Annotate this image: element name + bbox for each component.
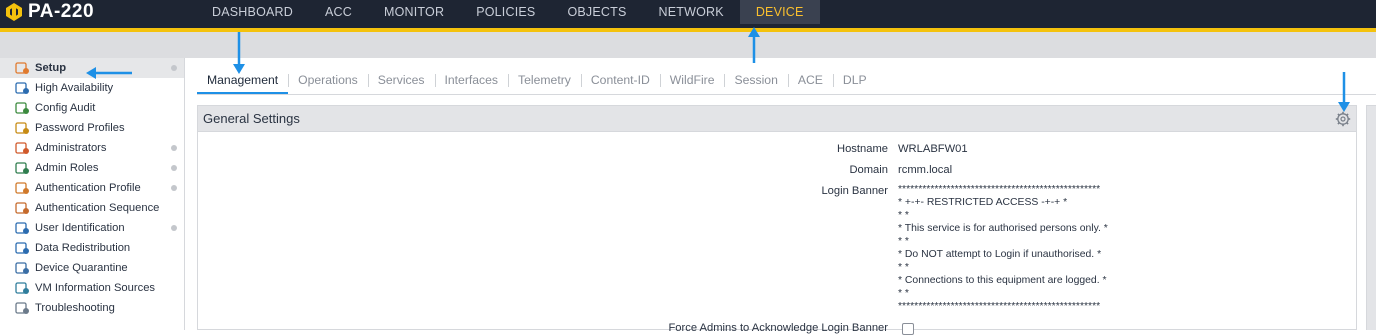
- login-banner-label: Login Banner: [821, 185, 888, 197]
- setup-icon: [15, 61, 29, 74]
- nav-item-policies[interactable]: POLICIES: [460, 0, 551, 24]
- sub-toolbar: [0, 32, 1376, 58]
- force-ack-checkbox[interactable]: [902, 323, 914, 335]
- login-banner-line: * *: [898, 210, 909, 221]
- tab-dlp[interactable]: DLP: [832, 68, 877, 94]
- status-dot: [171, 165, 177, 171]
- sidebar-item-label: Administrators: [35, 142, 107, 154]
- tab-services[interactable]: Services: [367, 68, 435, 94]
- sidebar-item-config-audit[interactable]: Config Audit: [0, 98, 184, 118]
- login-banner-line: * This service is for authorised persons…: [898, 223, 1108, 234]
- authentication-sequence-icon: [15, 201, 29, 214]
- sidebar-item-data-redistribution[interactable]: Data Redistribution: [0, 238, 184, 258]
- nav-item-network[interactable]: NETWORK: [643, 0, 740, 24]
- sidebar-item-admin-roles[interactable]: Admin Roles: [0, 158, 184, 178]
- sidebar-item-label: User Identification: [35, 222, 125, 234]
- paloalto-logo-icon: [6, 3, 22, 21]
- annotation-arrow-gear-icon: [1338, 72, 1350, 112]
- config-audit-icon: [15, 101, 29, 114]
- nav-item-dashboard[interactable]: DASHBOARD: [196, 0, 309, 24]
- status-dot: [171, 145, 177, 151]
- login-banner-value: ****************************************…: [898, 183, 1108, 313]
- sidebar-item-password-profiles[interactable]: Password Profiles: [0, 118, 184, 138]
- sidebar-item-vm-information-sources[interactable]: VM Information Sources: [0, 278, 184, 298]
- sidebar-item-administrators[interactable]: Administrators: [0, 138, 184, 158]
- sidebar-item-troubleshooting[interactable]: Troubleshooting: [0, 298, 184, 318]
- password-profiles-icon: [15, 121, 29, 134]
- panel-header: General Settings: [198, 106, 1356, 132]
- sidebar-item-user-identification[interactable]: User Identification: [0, 218, 184, 238]
- sidebar-item-label: Device Quarantine: [35, 262, 128, 274]
- annotation-arrow-management-icon: [233, 32, 245, 74]
- nav-item-acc[interactable]: ACC: [309, 0, 368, 24]
- hostname-value: WRLABFW01: [898, 143, 968, 155]
- force-ack-label: Force Admins to Acknowledge Login Banner: [668, 322, 888, 334]
- login-banner-line: ****************************************…: [898, 301, 1101, 312]
- general-settings-panel: General Settings Hostname WRLABFW01 Doma…: [197, 105, 1357, 335]
- sidebar-item-device-quarantine[interactable]: Device Quarantine: [0, 258, 184, 278]
- vm-information-sources-icon: [15, 281, 29, 294]
- user-identification-icon: [15, 221, 29, 234]
- annotation-arrow-device-icon: [748, 27, 760, 63]
- tab-content-id[interactable]: Content-ID: [580, 68, 660, 94]
- tab-telemetry[interactable]: Telemetry: [508, 68, 581, 94]
- tab-operations[interactable]: Operations: [288, 68, 368, 94]
- sidebar-item-authentication-profile[interactable]: Authentication Profile: [0, 178, 184, 198]
- sidebar-item-label: Setup: [35, 62, 67, 74]
- domain-label: Domain: [849, 164, 888, 176]
- top-navigation-bar: PA-220 DASHBOARD ACC MONITOR POLICIES OBJECT…: [0, 0, 1376, 28]
- high-availability-icon: [15, 81, 29, 94]
- tab-ace[interactable]: ACE: [787, 68, 833, 94]
- app-name: PA-220: [28, 1, 95, 22]
- data-redistribution-icon: [15, 241, 29, 254]
- login-banner-line: ****************************************…: [898, 184, 1101, 195]
- login-banner-line: * *: [898, 236, 909, 247]
- login-banner-line: * Connections to this equipment are logg…: [898, 275, 1107, 286]
- tab-interfaces[interactable]: Interfaces: [434, 68, 509, 94]
- main-nav: DASHBOARD ACC MONITOR POLICIES OBJECTS NETWOR…: [196, 0, 820, 24]
- status-dot: [171, 185, 177, 191]
- sidebar-item-label: Troubleshooting: [35, 302, 115, 314]
- authentication-profile-icon: [15, 181, 29, 194]
- status-dot: [171, 225, 177, 231]
- tab-session[interactable]: Session: [724, 68, 787, 94]
- nav-item-monitor[interactable]: MONITOR: [368, 0, 460, 24]
- login-banner-line: * +-+- RESTRICTED ACCESS -+-+ *: [898, 197, 1068, 208]
- sidebar-item-label: Data Redistribution: [35, 242, 131, 254]
- sidebar-item-label: Admin Roles: [35, 162, 99, 174]
- admin-roles-icon: [15, 161, 29, 174]
- sidebar-item-label: Config Audit: [35, 102, 96, 114]
- login-banner-line: * *: [898, 262, 909, 273]
- device-quarantine-icon: [15, 261, 29, 274]
- sidebar-item-authentication-sequence[interactable]: Authentication Sequence: [0, 198, 184, 218]
- sidebar-item-label: Authentication Sequence: [35, 202, 160, 214]
- administrators-icon: [15, 141, 29, 154]
- sidebar-item-high-availability[interactable]: High Availability: [0, 78, 184, 98]
- device-tabs: Management Operations Services Interfaces Te…: [197, 68, 1376, 95]
- adjacent-panel-edge: [1366, 105, 1376, 330]
- tab-wildfire[interactable]: WildFire: [659, 68, 725, 94]
- sidebar: Setup High Availability Config Audit Passwo…: [0, 58, 185, 330]
- hostname-label: Hostname: [837, 143, 888, 155]
- domain-value: rcmm.local: [898, 164, 953, 176]
- login-banner-line: * *: [898, 288, 909, 299]
- login-banner-line: * Do NOT attempt to Login if unauthorise…: [898, 249, 1102, 260]
- panel-title: General Settings: [203, 111, 300, 126]
- troubleshooting-icon: [15, 301, 29, 314]
- status-dot: [171, 65, 177, 71]
- sidebar-item-label: Authentication Profile: [35, 182, 141, 194]
- brand[interactable]: PA-220: [4, 0, 94, 24]
- gear-icon[interactable]: [1335, 111, 1351, 127]
- nav-item-device[interactable]: DEVICE: [739, 0, 820, 24]
- sidebar-item-label: Password Profiles: [35, 122, 125, 134]
- annotation-arrow-setup-icon: [86, 67, 132, 79]
- sidebar-item-label: High Availability: [35, 82, 114, 94]
- nav-item-objects[interactable]: OBJECTS: [551, 0, 642, 24]
- sidebar-item-label: VM Information Sources: [35, 282, 156, 294]
